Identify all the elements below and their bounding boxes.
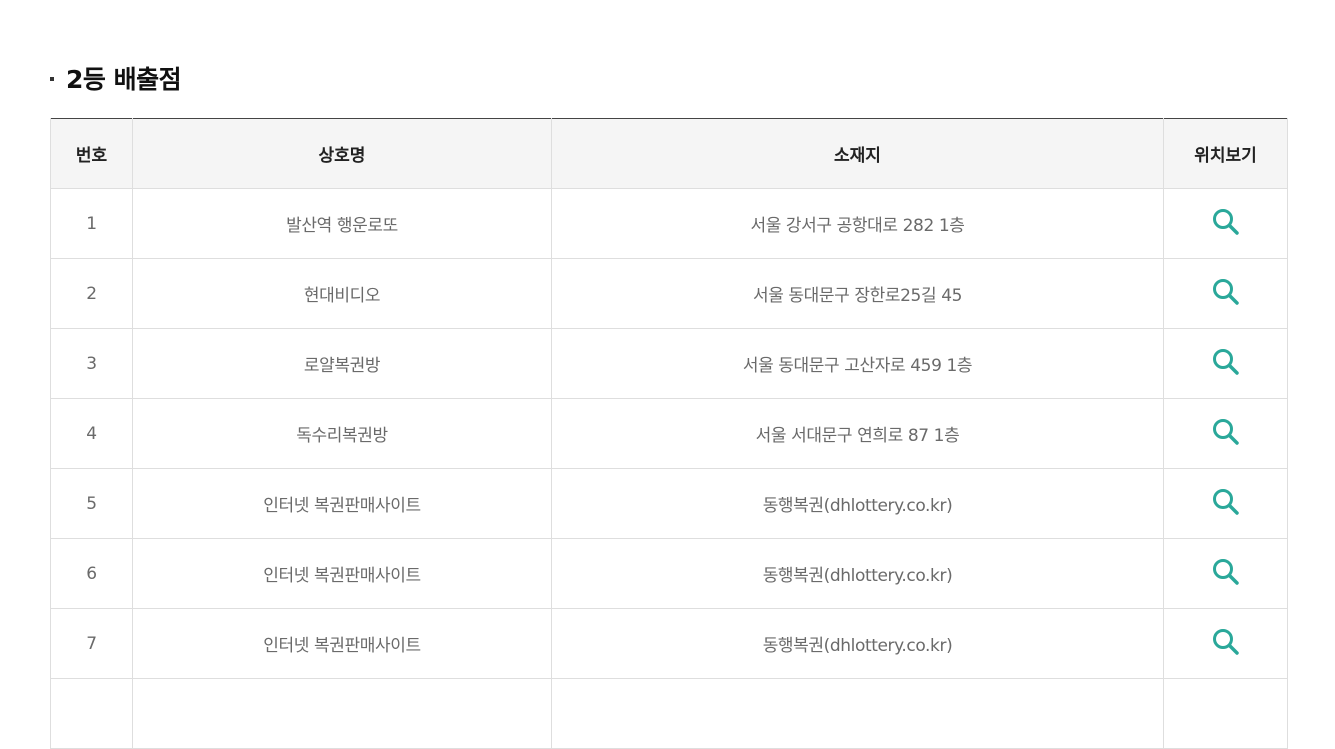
row-store-name: 독수리복권방 (132, 398, 552, 469)
title-bullet (50, 77, 54, 81)
row-store-name (132, 678, 552, 749)
table-body: 1 발산역 행운로또 서울 강서구 공항대로 282 1층 2 현대비디오 서울… (50, 188, 1288, 749)
map-view-button[interactable] (1209, 415, 1243, 449)
row-address: 동행복권(dhlottery.co.kr) (551, 538, 1164, 609)
row-address: 서울 동대문구 장한로25길 45 (551, 258, 1164, 329)
map-view-button[interactable] (1209, 625, 1243, 659)
row-address: 서울 서대문구 연희로 87 1층 (551, 398, 1164, 469)
row-store-name: 인터넷 복권판매사이트 (132, 468, 552, 539)
search-icon (1212, 209, 1239, 235)
stores-table: 번호 상호명 소재지 위치보기 1 발산역 행운로또 서울 강서구 공항대로 2… (50, 118, 1288, 749)
table-row: 1 발산역 행운로또 서울 강서구 공항대로 282 1층 (50, 188, 1288, 259)
row-map-cell (1163, 678, 1288, 749)
search-icon (1212, 349, 1239, 375)
table-row: 7 인터넷 복권판매사이트 동행복권(dhlottery.co.kr) (50, 608, 1288, 679)
row-number: 2 (50, 258, 133, 329)
search-icon (1212, 629, 1239, 655)
row-store-name: 인터넷 복권판매사이트 (132, 538, 552, 609)
map-view-button[interactable] (1209, 275, 1243, 309)
row-address: 동행복권(dhlottery.co.kr) (551, 608, 1164, 679)
table-header-row: 번호 상호명 소재지 위치보기 (50, 118, 1288, 189)
table-row: 5 인터넷 복권판매사이트 동행복권(dhlottery.co.kr) (50, 468, 1288, 539)
map-view-button[interactable] (1209, 485, 1243, 519)
row-number: 4 (50, 398, 133, 469)
table-row: 2 현대비디오 서울 동대문구 장한로25길 45 (50, 258, 1288, 329)
row-number: 7 (50, 608, 133, 679)
row-map-cell (1163, 398, 1288, 469)
row-number (50, 678, 133, 749)
table-row: 6 인터넷 복권판매사이트 동행복권(dhlottery.co.kr) (50, 538, 1288, 609)
header-map: 위치보기 (1163, 118, 1288, 189)
row-map-cell (1163, 188, 1288, 259)
row-store-name: 인터넷 복권판매사이트 (132, 608, 552, 679)
row-number: 6 (50, 538, 133, 609)
row-map-cell (1163, 328, 1288, 399)
table-row: 4 독수리복권방 서울 서대문구 연희로 87 1층 (50, 398, 1288, 469)
row-number: 5 (50, 468, 133, 539)
row-address (551, 678, 1164, 749)
map-view-button[interactable] (1209, 555, 1243, 589)
map-view-button[interactable] (1209, 205, 1243, 239)
search-icon (1212, 279, 1239, 305)
row-store-name: 현대비디오 (132, 258, 552, 329)
header-number: 번호 (50, 118, 133, 189)
search-icon (1212, 489, 1239, 515)
row-store-name: 발산역 행운로또 (132, 188, 552, 259)
row-number: 1 (50, 188, 133, 259)
header-store-name: 상호명 (132, 118, 552, 189)
search-icon (1212, 559, 1239, 585)
table-row (50, 678, 1288, 749)
section-title-text: 2등 배출점 (66, 65, 182, 94)
row-address: 동행복권(dhlottery.co.kr) (551, 468, 1164, 539)
row-map-cell (1163, 258, 1288, 329)
table-row: 3 로얄복권방 서울 동대문구 고산자로 459 1층 (50, 328, 1288, 399)
row-store-name: 로얄복권방 (132, 328, 552, 399)
row-address: 서울 동대문구 고산자로 459 1층 (551, 328, 1164, 399)
row-number: 3 (50, 328, 133, 399)
row-address: 서울 강서구 공항대로 282 1층 (551, 188, 1164, 259)
search-icon (1212, 419, 1239, 445)
header-address: 소재지 (551, 118, 1164, 189)
section-title: 2등 배출점 (50, 58, 182, 98)
row-map-cell (1163, 608, 1288, 679)
row-map-cell (1163, 538, 1288, 609)
map-view-button[interactable] (1209, 345, 1243, 379)
row-map-cell (1163, 468, 1288, 539)
